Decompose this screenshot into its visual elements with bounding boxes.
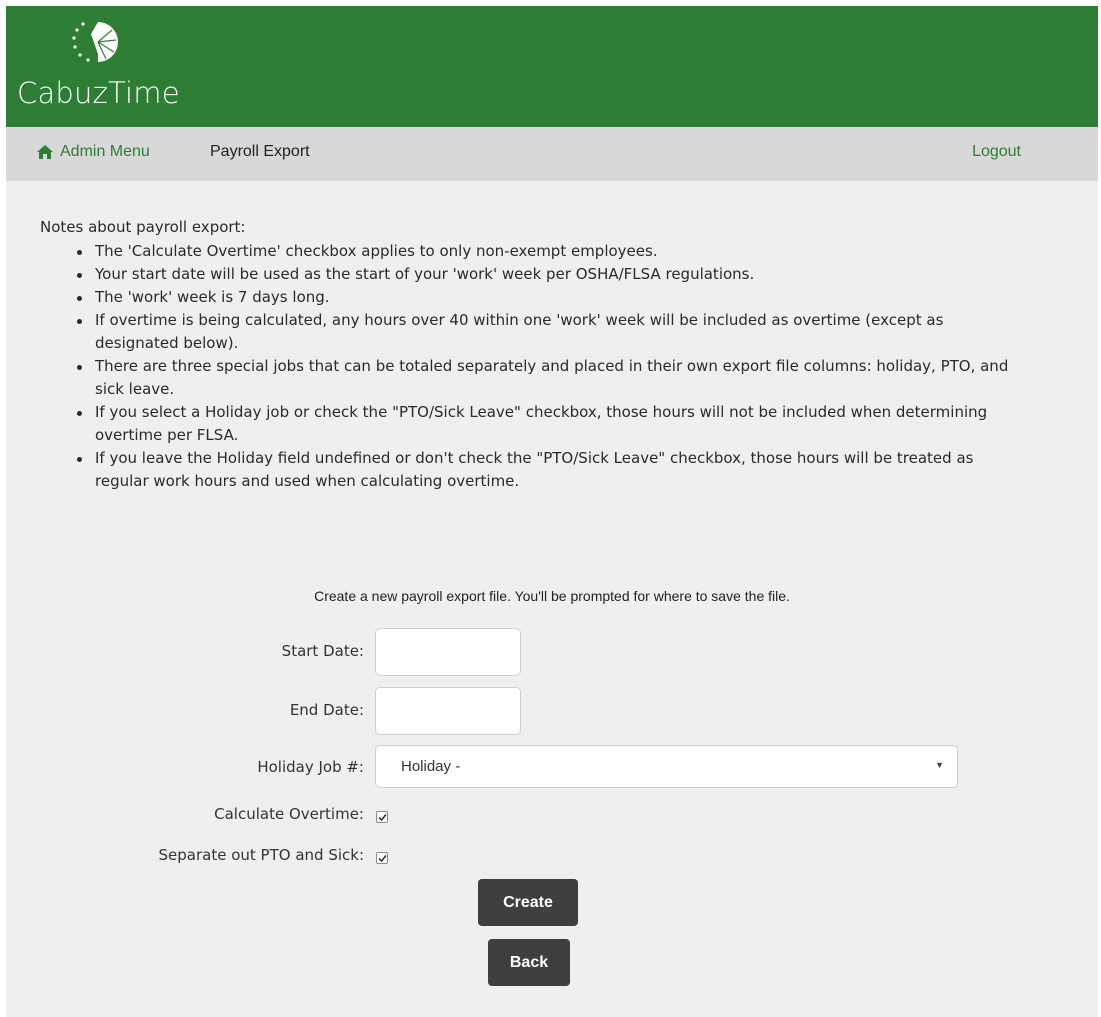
checkmark-icon xyxy=(378,814,387,822)
app-header: CabuzTime xyxy=(6,6,1098,127)
separate-pto-checkbox[interactable] xyxy=(376,852,388,864)
logo-clock-icon xyxy=(72,22,118,62)
logout-link[interactable]: Logout xyxy=(972,143,1021,161)
start-date-row: Start Date: xyxy=(6,628,1098,676)
nav-current-page: Payroll Export xyxy=(210,143,310,160)
notes-list: The 'Calculate Overtime' checkbox applie… xyxy=(70,240,1030,493)
start-date-input[interactable] xyxy=(375,628,521,676)
notes-list-item: If you leave the Holiday field undefined… xyxy=(70,447,1030,493)
end-date-row: End Date: xyxy=(6,687,1098,735)
end-date-input[interactable] xyxy=(375,687,521,735)
notes-list-item: The 'Calculate Overtime' checkbox applie… xyxy=(70,240,1030,263)
notes-list-item: If you select a Holiday job or check the… xyxy=(70,401,1030,447)
notes-list-item: If overtime is being calculated, any hou… xyxy=(70,309,1030,355)
form-intro: Create a new payroll export file. You'll… xyxy=(314,588,790,604)
holiday-job-row: Holiday Job #: Holiday - ▼ xyxy=(6,745,1098,793)
calculate-overtime-label: Calculate Overtime: xyxy=(214,805,364,823)
logo: CabuzTime xyxy=(17,20,217,120)
calculate-overtime-checkbox[interactable] xyxy=(376,811,388,823)
separate-pto-label: Separate out PTO and Sick: xyxy=(158,846,364,864)
separate-pto-row: Separate out PTO and Sick: xyxy=(6,846,1098,868)
holiday-job-select[interactable]: Holiday - ▼ xyxy=(375,745,958,788)
logo-text: CabuzTime xyxy=(17,76,180,110)
app-frame: CabuzTime Admin Menu Payroll Export Logo… xyxy=(6,6,1098,1017)
notes-list-item: There are three special jobs that can be… xyxy=(70,355,1030,401)
nav-admin-menu-label: Admin Menu xyxy=(60,143,150,160)
notes-section: Notes about payroll export: The 'Calcula… xyxy=(40,216,1030,493)
navbar: Admin Menu Payroll Export Logout xyxy=(6,127,1098,181)
notes-list-item: Your start date will be used as the star… xyxy=(70,263,1030,286)
nav-admin-menu-link[interactable]: Admin Menu xyxy=(37,143,150,161)
notes-title: Notes about payroll export: xyxy=(40,218,246,236)
home-icon xyxy=(37,145,53,159)
start-date-label: Start Date: xyxy=(281,642,364,660)
back-button[interactable]: Back xyxy=(488,939,570,986)
create-button[interactable]: Create xyxy=(478,879,578,926)
checkmark-icon xyxy=(378,855,387,863)
notes-list-item: The 'work' week is 7 days long. xyxy=(70,286,1030,309)
end-date-label: End Date: xyxy=(289,701,364,719)
chevron-down-icon: ▼ xyxy=(935,760,944,770)
calculate-overtime-row: Calculate Overtime: xyxy=(6,805,1098,827)
holiday-job-label: Holiday Job #: xyxy=(257,758,364,776)
holiday-job-selected-value: Holiday - xyxy=(401,758,461,775)
